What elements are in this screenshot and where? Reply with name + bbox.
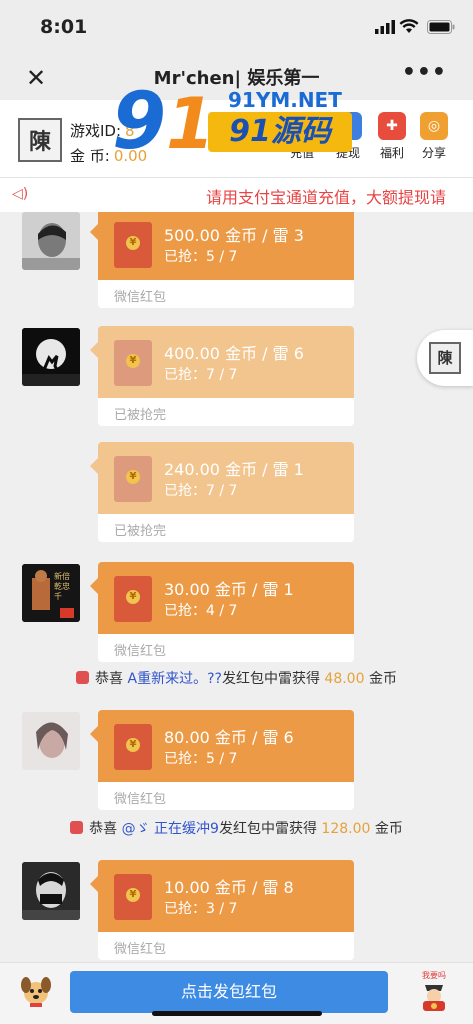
packet-footer: 微信红包 (114, 290, 167, 305)
home-indicator (152, 1011, 322, 1016)
packet-grabbed: 已抢：4 / 7 (164, 603, 238, 619)
status-bar: 8:01 (0, 0, 473, 52)
packet-amount: 30.00 金币 / 雷 1 (164, 580, 294, 599)
packet-amount: 240.00 金币 / 雷 1 (164, 460, 304, 479)
floating-logo: 陳 (429, 342, 461, 374)
avatar-caption: 新倍 乾忠千 (54, 572, 70, 601)
battery-icon (427, 20, 455, 34)
send-red-packet-button[interactable]: 点击发包红包 (70, 971, 388, 1013)
red-packet[interactable]: ¥ 80.00 金币 / 雷 6 已抢：5 / 7 微信红包 (90, 710, 354, 820)
avatar[interactable] (22, 328, 80, 386)
packet-amount: 400.00 金币 / 雷 6 (164, 344, 304, 363)
packet-grabbed: 已抢：5 / 7 (164, 751, 238, 767)
dog-mascot-icon[interactable] (18, 973, 54, 1009)
notice-text: 请用支付宝通道充值，大额提现请 (206, 188, 447, 207)
share-label: 分享 (421, 146, 446, 160)
gift-icon: ✚ (378, 112, 406, 140)
fortune-god-icon[interactable]: 我要吗 (417, 971, 451, 1011)
more-icon[interactable]: ••• (402, 60, 447, 85)
welfare-label: 福利 (379, 146, 404, 160)
welfare-button[interactable]: ✚ 福利 (372, 112, 412, 161)
avatar[interactable]: 新倍 乾忠千 (22, 564, 80, 622)
packet-amount: 80.00 金币 / 雷 6 (164, 728, 294, 747)
packet-footer: 微信红包 (114, 792, 167, 807)
notice-bar: ◁) 请用支付宝通道充值，大额提现请 (0, 178, 473, 212)
watermark-domain: 91YM.NET (228, 88, 342, 112)
packet-amount: 10.00 金币 / 雷 8 (164, 878, 294, 897)
red-packet[interactable]: ¥ 30.00 金币 / 雷 1 已抢：4 / 7 微信红包 (90, 562, 354, 672)
status-time: 8:01 (40, 16, 88, 38)
packet-grabbed: 已抢：3 / 7 (164, 901, 238, 917)
share-icon: ◎ (420, 112, 448, 140)
packet-grabbed: 已抢：7 / 7 (164, 367, 238, 383)
red-envelope-icon: ¥ (114, 874, 152, 920)
signal-icon (375, 20, 395, 34)
avatar[interactable] (22, 712, 80, 770)
packet-grabbed: 已抢：5 / 7 (164, 249, 238, 265)
packet-footer: 微信红包 (114, 942, 167, 957)
wifi-icon (399, 19, 419, 33)
speaker-icon: ◁) (12, 186, 29, 202)
red-packet[interactable]: ¥ 240.00 金币 / 雷 1 已抢：7 / 7 已被抢完 (90, 442, 354, 552)
packet-footer: 已被抢完 (114, 524, 167, 539)
packet-footer: 微信红包 (114, 644, 167, 659)
fortune-god-caption: 我要吗 (422, 971, 446, 980)
avatar[interactable] (22, 212, 80, 270)
packet-amount: 500.00 金币 / 雷 3 (164, 226, 304, 245)
watermark-brand: 91源码 (208, 112, 352, 152)
red-packet[interactable]: ¥ 400.00 金币 / 雷 6 已抢：7 / 7 已被抢完 (90, 326, 354, 436)
notice-badge-icon (70, 821, 84, 834)
red-envelope-icon: ¥ (114, 222, 152, 268)
notice-badge-icon (76, 671, 90, 684)
red-envelope-icon: ¥ (114, 724, 152, 770)
system-message: 恭喜 @ゞ 正在缓冲9发红包中雷获得 128.00 金币 (0, 818, 473, 838)
winner-name[interactable]: A重新来过。?? (128, 671, 222, 687)
avatar[interactable] (22, 862, 80, 920)
group-logo: 陳 (18, 118, 62, 162)
system-message: 恭喜 A重新来过。??发红包中雷获得 48.00 金币 (0, 668, 473, 688)
floating-logo-button[interactable]: 陳 (417, 330, 473, 386)
share-button[interactable]: ◎ 分享 (414, 112, 454, 161)
packet-grabbed: 已抢：7 / 7 (164, 483, 238, 499)
red-packet[interactable]: ¥ 500.00 金币 / 雷 3 已抢：5 / 7 微信红包 (90, 212, 354, 318)
red-envelope-icon: ¥ (114, 576, 152, 622)
red-packet[interactable]: ¥ 10.00 金币 / 雷 8 已抢：3 / 7 微信红包 (90, 860, 354, 962)
red-envelope-icon: ¥ (114, 340, 152, 386)
winner-name[interactable]: @ゞ 正在缓冲9 (122, 821, 219, 837)
watermark-logo: 9 1 91YM.NET 91源码 (112, 82, 352, 162)
chat-area[interactable]: ¥ 500.00 金币 / 雷 3 已抢：5 / 7 微信红包 ¥ 400.00… (0, 212, 473, 962)
gold-label: 金 币: (70, 147, 110, 165)
packet-footer: 已被抢完 (114, 408, 167, 423)
red-envelope-icon: ¥ (114, 456, 152, 502)
